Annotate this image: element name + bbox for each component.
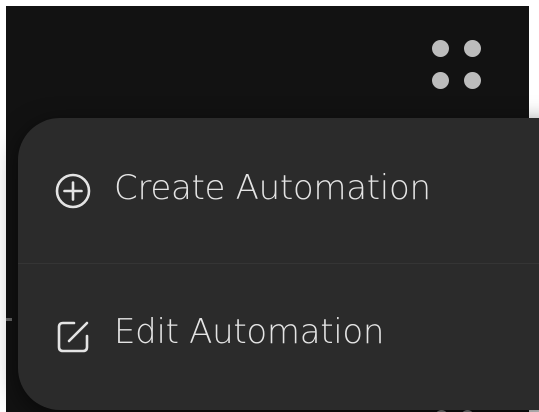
grid-dot [432,40,449,57]
grid-dot [464,40,481,57]
grid-dot [432,72,449,89]
more-options-button[interactable] [424,34,492,96]
edit-square-icon [54,318,92,356]
context-menu: Create Automation Edit Automation [18,118,539,410]
create-automation-menu-item[interactable]: Create Automation [18,118,539,263]
create-automation-label: Create Automation [114,168,431,208]
background-edge-mark [6,318,12,321]
grid-dot [464,72,481,89]
edit-automation-label: Edit Automation [114,312,385,352]
edit-automation-menu-item[interactable]: Edit Automation [18,264,539,409]
plus-circle-icon [54,172,92,210]
